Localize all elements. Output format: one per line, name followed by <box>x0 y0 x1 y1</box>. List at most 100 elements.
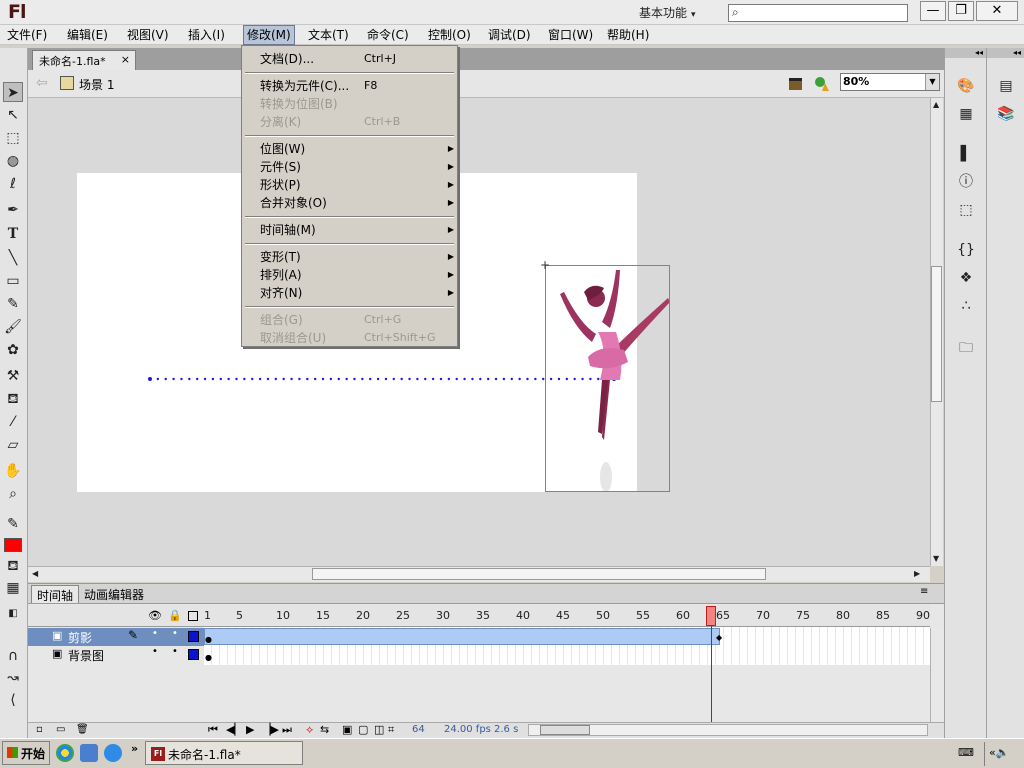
motion-path-node[interactable] <box>392 377 395 381</box>
motion-path-node[interactable] <box>195 377 199 381</box>
motion-path-node[interactable] <box>526 377 529 381</box>
motion-path-node[interactable] <box>502 377 506 381</box>
motion-path-node[interactable] <box>251 377 254 381</box>
menu-item[interactable]: 对齐(N) ▶ <box>260 284 454 302</box>
last-frame-icon[interactable]: ⏭ <box>282 723 292 737</box>
menu-file[interactable]: 文件(F) <box>4 25 50 45</box>
motion-path-node[interactable] <box>510 377 513 381</box>
motion-path-node[interactable] <box>361 377 364 381</box>
edit-multiple-frames-icon[interactable]: ◫ <box>374 723 384 736</box>
info-panel-icon[interactable]: ⓘ <box>956 172 976 192</box>
motion-path-node[interactable] <box>353 377 356 381</box>
outline-icon[interactable] <box>188 611 198 621</box>
tab-timeline[interactable]: 时间轴 <box>31 585 80 603</box>
swap-colors-icon[interactable]: ▦ <box>3 578 23 598</box>
menu-window[interactable]: 窗口(W) <box>545 25 596 45</box>
selection-tool-icon[interactable]: ➤ <box>3 82 23 102</box>
menu-view[interactable]: 视图(V) <box>124 25 172 45</box>
playhead[interactable] <box>706 606 716 626</box>
menu-item[interactable]: 排列(A) ▶ <box>260 266 454 284</box>
menu-insert[interactable]: 插入(I) <box>185 25 228 45</box>
motion-path-node[interactable] <box>408 377 411 381</box>
panel-menu-icon[interactable]: ≡ <box>920 586 928 597</box>
menu-modify[interactable]: 修改(M) <box>243 25 295 45</box>
app-launcher-icon[interactable] <box>80 744 98 762</box>
edit-scene-icon[interactable] <box>788 76 804 92</box>
close-window-button[interactable]: ✕ <box>976 1 1018 21</box>
motion-path-node[interactable] <box>345 377 348 381</box>
lock-dot[interactable]: • <box>172 628 178 639</box>
transform-panel-icon[interactable]: ⬚ <box>956 200 976 220</box>
timeline-vertical-scrollbar[interactable] <box>930 628 943 722</box>
motion-path-node[interactable] <box>321 377 325 381</box>
motion-path-node[interactable] <box>243 377 246 381</box>
text-tool-icon[interactable]: T <box>3 224 23 244</box>
3d-rotation-tool-icon[interactable]: ◍ <box>3 151 23 171</box>
motion-path-node[interactable] <box>439 377 443 381</box>
restore-button[interactable]: ❐ <box>948 1 974 21</box>
smooth-icon[interactable]: ↝ <box>3 668 23 688</box>
motion-path-node[interactable] <box>416 377 419 381</box>
bone-tool-icon[interactable]: ⚒ <box>3 366 23 386</box>
motion-path-node[interactable] <box>211 377 215 381</box>
deco-tool-icon[interactable]: ✿ <box>3 340 23 360</box>
menu-debug[interactable]: 调试(D) <box>485 25 534 45</box>
motion-path-node[interactable] <box>282 377 285 381</box>
workspace-switcher[interactable]: 基本功能 ▾ <box>633 3 713 21</box>
tray-expand-icon[interactable]: «🔈 <box>984 742 1024 766</box>
edit-symbol-icon[interactable] <box>814 76 830 92</box>
free-transform-tool-icon[interactable]: ⬚ <box>3 128 23 148</box>
step-back-icon[interactable]: ◀▏ <box>226 723 243 736</box>
motion-path-node[interactable] <box>180 377 183 381</box>
menu-text[interactable]: 文本(T) <box>305 25 352 45</box>
vertical-scroll-thumb[interactable] <box>931 266 942 402</box>
motion-path-node[interactable] <box>431 377 435 381</box>
menu-edit[interactable]: 编辑(E) <box>64 25 111 45</box>
step-forward-icon[interactable]: ▕▶ <box>262 723 279 736</box>
motion-path-node[interactable] <box>486 377 490 381</box>
fill-color-icon[interactable]: ⛾ <box>3 556 23 576</box>
scroll-left-icon[interactable]: ◀ <box>32 569 38 578</box>
scroll-down-icon[interactable]: ▼ <box>933 554 939 563</box>
layer-row[interactable]: ▣ 背景图 • • <box>28 646 930 664</box>
components-panel-icon[interactable]: ❖ <box>956 268 976 288</box>
collapse-icon[interactable]: ◂◂ <box>945 48 986 58</box>
eyedropper-tool-icon[interactable]: ⁄ <box>3 412 23 432</box>
tab-motion-editor[interactable]: 动画编辑器 <box>79 585 149 603</box>
taskbar-item-flash[interactable]: Fl 未命名-1.fla* <box>145 741 303 765</box>
code-snippets-icon[interactable]: {} <box>956 240 976 260</box>
motion-path-node[interactable] <box>227 377 230 381</box>
motion-path-node[interactable] <box>148 377 152 381</box>
motion-path-node[interactable] <box>274 377 278 381</box>
stroke-color-icon[interactable]: ✎ <box>3 514 23 534</box>
motion-path-node[interactable] <box>424 377 427 381</box>
paint-bucket-tool-icon[interactable]: ⛾ <box>3 389 23 409</box>
layer-name[interactable]: 背景图 <box>68 647 104 664</box>
layer-color-swatch[interactable] <box>188 631 199 642</box>
new-layer-icon[interactable]: ▫ <box>36 724 43 735</box>
modify-markers-icon[interactable]: ⌗ <box>388 723 394 737</box>
fill-color-swatch[interactable] <box>4 538 22 552</box>
visibility-dot[interactable]: • <box>152 628 158 639</box>
align-panel-icon[interactable]: ▌ <box>956 144 976 164</box>
motion-path-node[interactable] <box>518 377 521 381</box>
menu-item[interactable]: 位图(W) ▶ <box>260 140 454 158</box>
subselection-tool-icon[interactable]: ↖ <box>3 105 23 125</box>
start-button[interactable]: 开始 <box>2 741 50 765</box>
menu-item[interactable]: 合并对象(O) ▶ <box>260 194 454 212</box>
current-frame[interactable]: 64 <box>412 724 425 735</box>
swatches-panel-icon[interactable]: ▦ <box>956 104 976 124</box>
eye-icon[interactable]: 👁 <box>148 609 162 622</box>
timeline-scroll-thumb[interactable] <box>540 725 590 735</box>
menu-item[interactable]: 变形(T) ▶ <box>260 248 454 266</box>
snap-to-objects-icon[interactable]: ∩ <box>3 646 23 666</box>
menu-control[interactable]: 控制(O) <box>425 25 474 45</box>
library-panel-icon[interactable]: 📚 <box>996 104 1016 124</box>
motion-path-node[interactable] <box>290 377 293 381</box>
loop-icon[interactable]: ⇆ <box>320 723 329 736</box>
color-panel-icon[interactable]: 🎨 <box>956 76 976 96</box>
motion-path-node[interactable] <box>534 377 537 381</box>
motion-path-node[interactable] <box>471 377 474 381</box>
close-icon[interactable]: × <box>121 53 130 66</box>
eraser-tool-icon[interactable]: ▱ <box>3 435 23 455</box>
